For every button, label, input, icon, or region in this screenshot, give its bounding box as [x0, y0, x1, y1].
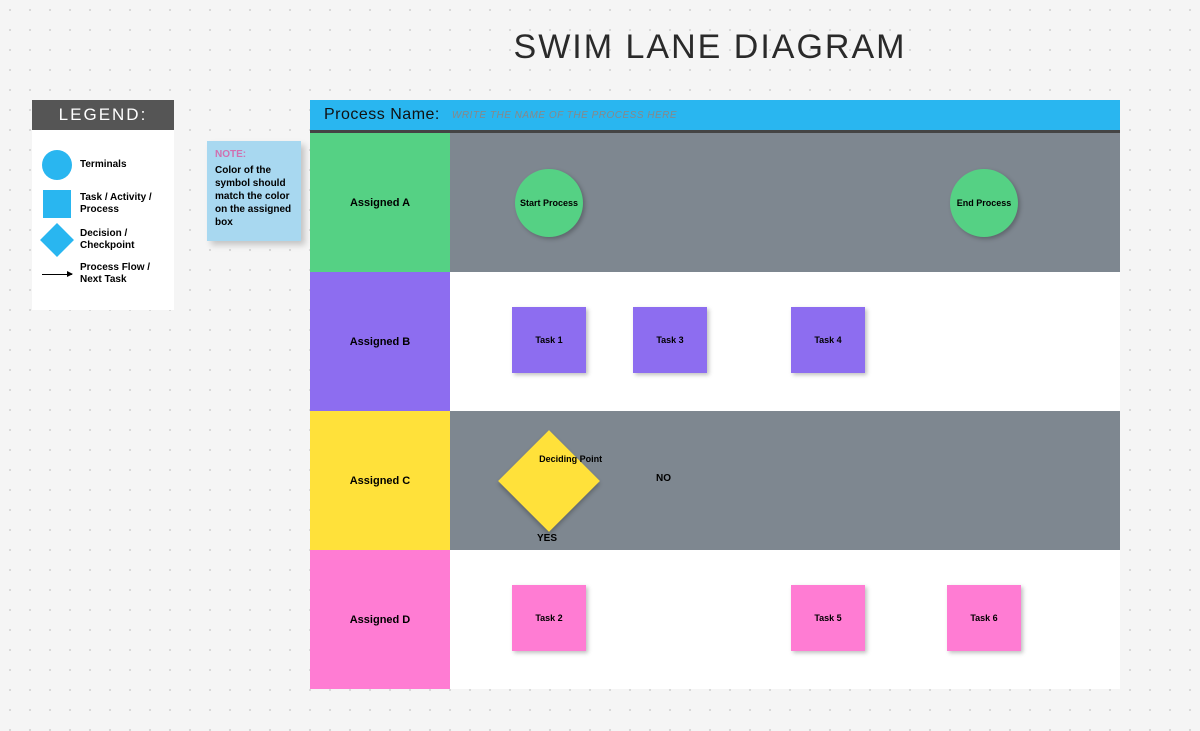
node-task6[interactable]: Task 6	[947, 585, 1021, 651]
node-label: Task 4	[814, 335, 841, 345]
swimlane-container: Process Name: WRITE THE NAME OF THE PROC…	[310, 100, 1120, 689]
node-task3[interactable]: Task 3	[633, 307, 707, 373]
node-label: Task 3	[656, 335, 683, 345]
legend-panel: LEGEND: Terminals Task / Activity / Proc…	[32, 100, 174, 310]
legend-label: Process Flow / Next Task	[74, 262, 166, 286]
node-label: Task 5	[814, 613, 841, 623]
node-decision[interactable]: Deciding Point	[498, 430, 600, 532]
node-task1[interactable]: Task 1	[512, 307, 586, 373]
lane-a-header: Assigned A	[310, 133, 450, 272]
node-label: Task 6	[970, 613, 997, 623]
lane-d: Assigned D Task 2 Task 5 Task 6	[310, 550, 1120, 689]
node-task4[interactable]: Task 4	[791, 307, 865, 373]
node-label: End Process	[957, 198, 1012, 209]
terminal-icon	[42, 150, 72, 180]
lane-a: Assigned A Start Process End Process	[310, 133, 1120, 272]
label-yes: YES	[537, 533, 557, 544]
node-task5[interactable]: Task 5	[791, 585, 865, 651]
note-body: Color of the symbol should match the col…	[215, 164, 293, 229]
task-icon	[43, 190, 71, 218]
legend-item-task: Task / Activity / Process	[40, 190, 166, 218]
process-name-label: Process Name:	[310, 106, 452, 124]
label-no: NO	[656, 473, 671, 484]
node-end[interactable]: End Process	[950, 169, 1018, 237]
legend-label: Decision / Checkpoint	[74, 228, 166, 252]
lane-d-header: Assigned D	[310, 550, 450, 689]
arrow-icon	[42, 274, 72, 275]
node-label: Task 2	[535, 613, 562, 623]
node-label: Task 1	[535, 335, 562, 345]
decision-icon	[40, 223, 74, 257]
node-label: Start Process	[520, 198, 578, 209]
lane-b-header: Assigned B	[310, 272, 450, 411]
process-header: Process Name: WRITE THE NAME OF THE PROC…	[310, 100, 1120, 130]
node-label: Deciding Point	[535, 454, 607, 465]
node-task2[interactable]: Task 2	[512, 585, 586, 651]
lane-c-header: Assigned C	[310, 411, 450, 550]
lane-b: Assigned B Task 1 Task 3 Task 4	[310, 272, 1120, 411]
lane-c: Assigned C Deciding Point NO YES	[310, 411, 1120, 550]
legend-item-terminal: Terminals	[40, 150, 166, 180]
diagram-title: SWIM LANE DIAGRAM	[300, 28, 1120, 67]
legend-item-flow: Process Flow / Next Task	[40, 262, 166, 286]
note-head: NOTE:	[215, 148, 293, 161]
note-sticky: NOTE: Color of the symbol should match t…	[207, 141, 301, 241]
legend-label: Task / Activity / Process	[74, 192, 166, 216]
legend-body: Terminals Task / Activity / Process Deci…	[32, 130, 174, 310]
legend-label: Terminals	[74, 159, 166, 171]
legend-header: LEGEND:	[32, 100, 174, 130]
process-name-placeholder[interactable]: WRITE THE NAME OF THE PROCESS HERE	[452, 110, 677, 121]
node-start[interactable]: Start Process	[515, 169, 583, 237]
legend-item-decision: Decision / Checkpoint	[40, 228, 166, 252]
